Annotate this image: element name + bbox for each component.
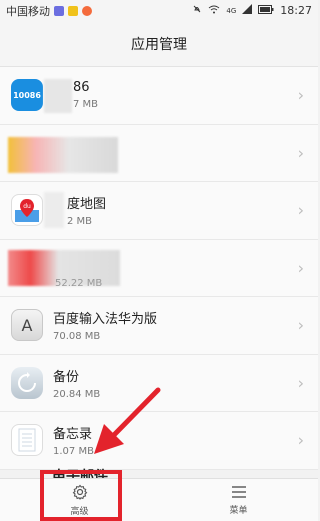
annotation-arrow — [94, 387, 161, 454]
